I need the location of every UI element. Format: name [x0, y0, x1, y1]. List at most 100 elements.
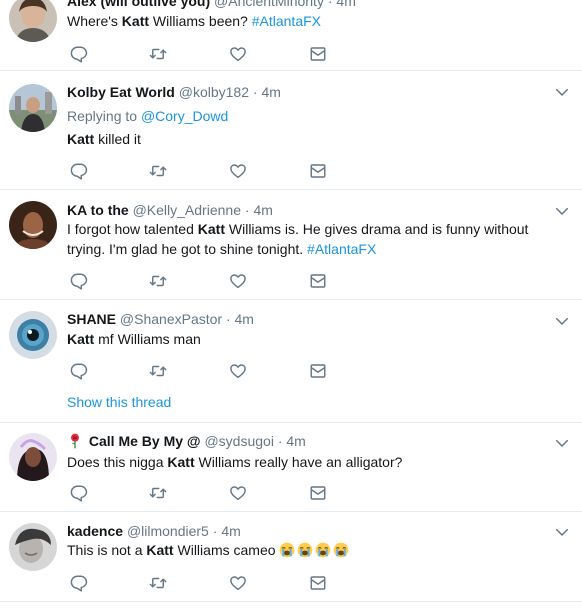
chevron-down-icon[interactable]: [554, 313, 570, 329]
tweet-text: Katt mf Williams man: [67, 331, 201, 347]
display-name[interactable]: Call Me By My @: [89, 433, 201, 449]
heart-icon[interactable]: [229, 45, 247, 63]
retweet-icon[interactable]: [149, 362, 167, 380]
user-handle[interactable]: @kolby182: [179, 84, 249, 100]
timestamp[interactable]: 4m: [221, 523, 240, 539]
retweet-icon[interactable]: [149, 45, 167, 63]
tweet-header: kadence @lilmondier5 · 4m: [67, 522, 241, 540]
envelope-icon[interactable]: [309, 162, 327, 180]
user-handle[interactable]: @lilmondier5: [127, 523, 209, 539]
tweet-header: Call Me By My @ @sydsugoi · 4m: [67, 432, 306, 450]
tweet-actions: [70, 574, 340, 592]
tweet-text: Where's Katt Williams been? #AtlantaFX: [67, 13, 321, 29]
tweet-text: This is not a Katt Williams cameo: [67, 540, 552, 560]
avatar-image: [9, 311, 57, 359]
reply-handle-link[interactable]: @Cory_Dowd: [141, 108, 228, 124]
envelope-icon[interactable]: [309, 272, 327, 290]
heart-icon[interactable]: [229, 484, 247, 502]
user-handle[interactable]: @ShanexPastor: [120, 311, 222, 327]
tweet-header: Kolby Eat World @kolby182 · 4m: [67, 83, 281, 101]
envelope-icon[interactable]: [309, 362, 327, 380]
separator-dot: ·: [327, 0, 333, 9]
loudly-crying-face-emoji: [315, 542, 331, 558]
heart-icon[interactable]: [229, 162, 247, 180]
tweet-header: KA to the @Kelly_Adrienne · 4m: [67, 201, 273, 219]
display-name[interactable]: Alex (will outlive you): [67, 0, 210, 9]
loudly-crying-face-emoji: [333, 542, 349, 558]
chevron-down-icon[interactable]: [554, 524, 570, 540]
display-name[interactable]: Kolby Eat World: [67, 84, 175, 100]
reply-icon[interactable]: [70, 484, 88, 502]
separator-dot: ·: [212, 523, 218, 539]
tweet-text: Katt killed it: [67, 131, 141, 147]
timestamp[interactable]: 4m: [336, 0, 355, 9]
replying-to: Replying to @Cory_Dowd: [67, 108, 229, 124]
tweet-actions: [70, 45, 340, 63]
timestamp[interactable]: 4m: [286, 433, 305, 449]
retweet-icon[interactable]: [149, 574, 167, 592]
emoji-group: [279, 542, 351, 558]
user-handle[interactable]: @AncientMinority: [214, 0, 324, 9]
reply-icon[interactable]: [70, 272, 88, 290]
tweet-header: Alex (will outlive you) @AncientMinority…: [67, 0, 356, 10]
avatar-shane[interactable]: [9, 311, 57, 359]
hashtag-link[interactable]: #AtlantaFX: [307, 241, 376, 257]
heart-icon[interactable]: [229, 362, 247, 380]
reply-icon[interactable]: [70, 45, 88, 63]
display-name[interactable]: KA to the: [67, 202, 129, 218]
avatar-kadence[interactable]: [9, 523, 57, 571]
user-handle[interactable]: @sydsugoi: [204, 433, 273, 449]
timestamp[interactable]: 4m: [261, 84, 280, 100]
heart-icon[interactable]: [229, 574, 247, 592]
reply-icon[interactable]: [70, 162, 88, 180]
envelope-icon[interactable]: [309, 574, 327, 592]
chevron-down-icon[interactable]: [554, 203, 570, 219]
avatar-image: [9, 201, 57, 249]
separator-dot: ·: [225, 311, 231, 327]
timestamp[interactable]: 4m: [235, 311, 254, 327]
heart-icon[interactable]: [229, 272, 247, 290]
avatar-ka[interactable]: [9, 201, 57, 249]
rose-emoji: [67, 433, 83, 449]
user-handle[interactable]: @Kelly_Adrienne: [133, 202, 241, 218]
envelope-icon[interactable]: [309, 45, 327, 63]
display-name[interactable]: kadence: [67, 523, 123, 539]
tweet-actions: [70, 362, 340, 380]
tweet-actions: [70, 272, 340, 290]
hashtag-link[interactable]: #AtlantaFX: [252, 13, 321, 29]
tweet-actions: [70, 484, 340, 502]
avatar-image: [9, 523, 57, 571]
chevron-down-icon[interactable]: [554, 84, 570, 100]
tweet-text: Does this nigga Katt Williams really hav…: [67, 454, 403, 470]
retweet-icon[interactable]: [149, 272, 167, 290]
separator-dot: ·: [252, 84, 258, 100]
timestamp[interactable]: 4m: [253, 202, 272, 218]
avatar-kolby[interactable]: [9, 84, 57, 132]
tweet-6[interactable]: kadence @lilmondier5 · 4m This is not a …: [0, 512, 582, 602]
display-name[interactable]: SHANE: [67, 311, 116, 327]
tweet-4[interactable]: SHANE @ShanexPastor · 4m Katt mf William…: [0, 300, 582, 423]
show-thread-link[interactable]: Show this thread: [67, 394, 171, 410]
tweet-text: I forgot how talented Katt Williams is. …: [67, 221, 529, 257]
envelope-icon[interactable]: [309, 484, 327, 502]
avatar-image: [9, 433, 57, 481]
chevron-down-icon[interactable]: [554, 435, 570, 451]
avatar-alex[interactable]: [9, 0, 57, 42]
loudly-crying-face-emoji: [279, 542, 295, 558]
retweet-icon[interactable]: [149, 484, 167, 502]
tweet-5[interactable]: Call Me By My @ @sydsugoi · 4m Does this…: [0, 423, 582, 512]
tweet-actions: [70, 162, 340, 180]
retweet-icon[interactable]: [149, 162, 167, 180]
tweet-header: SHANE @ShanexPastor · 4m: [67, 310, 254, 328]
loudly-crying-face-emoji: [297, 542, 313, 558]
avatar-image: [9, 0, 57, 42]
tweet-2[interactable]: Kolby Eat World @kolby182 · 4m Replying …: [0, 71, 582, 190]
tweet-3[interactable]: KA to the @Kelly_Adrienne · 4m I forgot …: [0, 190, 582, 300]
reply-icon[interactable]: [70, 362, 88, 380]
separator-dot: ·: [277, 433, 283, 449]
reply-icon[interactable]: [70, 574, 88, 592]
avatar-sydsugoi[interactable]: [9, 433, 57, 481]
avatar-image: [9, 84, 57, 132]
separator-dot: ·: [244, 202, 250, 218]
tweet-1[interactable]: Alex (will outlive you) @AncientMinority…: [0, 0, 582, 71]
